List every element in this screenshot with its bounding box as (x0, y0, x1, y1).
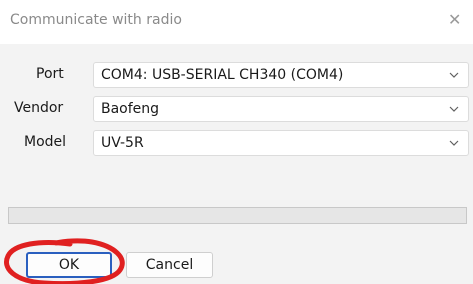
vendor-label: Vendor (14, 100, 64, 116)
ok-button[interactable]: OK (26, 252, 112, 278)
model-select[interactable]: UV-5R (93, 130, 469, 156)
model-label: Model (24, 134, 67, 150)
close-icon[interactable]: ✕ (448, 12, 461, 28)
port-select[interactable]: COM4: USB-SERIAL CH340 (COM4) (93, 62, 469, 88)
chevron-down-icon (449, 106, 459, 112)
cancel-button[interactable]: Cancel (126, 252, 213, 278)
window-title: Communicate with radio (10, 12, 182, 28)
title-bar: Communicate with radio ✕ (0, 0, 473, 44)
chevron-down-icon (449, 140, 459, 146)
communicate-dialog: Communicate with radio ✕ Port COM4: USB-… (0, 0, 473, 284)
port-label: Port (36, 66, 64, 82)
vendor-value: Baofeng (101, 101, 160, 117)
progress-bar (8, 207, 467, 224)
model-value: UV-5R (101, 135, 144, 151)
chevron-down-icon (449, 72, 459, 78)
vendor-select[interactable]: Baofeng (93, 96, 469, 122)
port-value: COM4: USB-SERIAL CH340 (COM4) (101, 67, 344, 83)
